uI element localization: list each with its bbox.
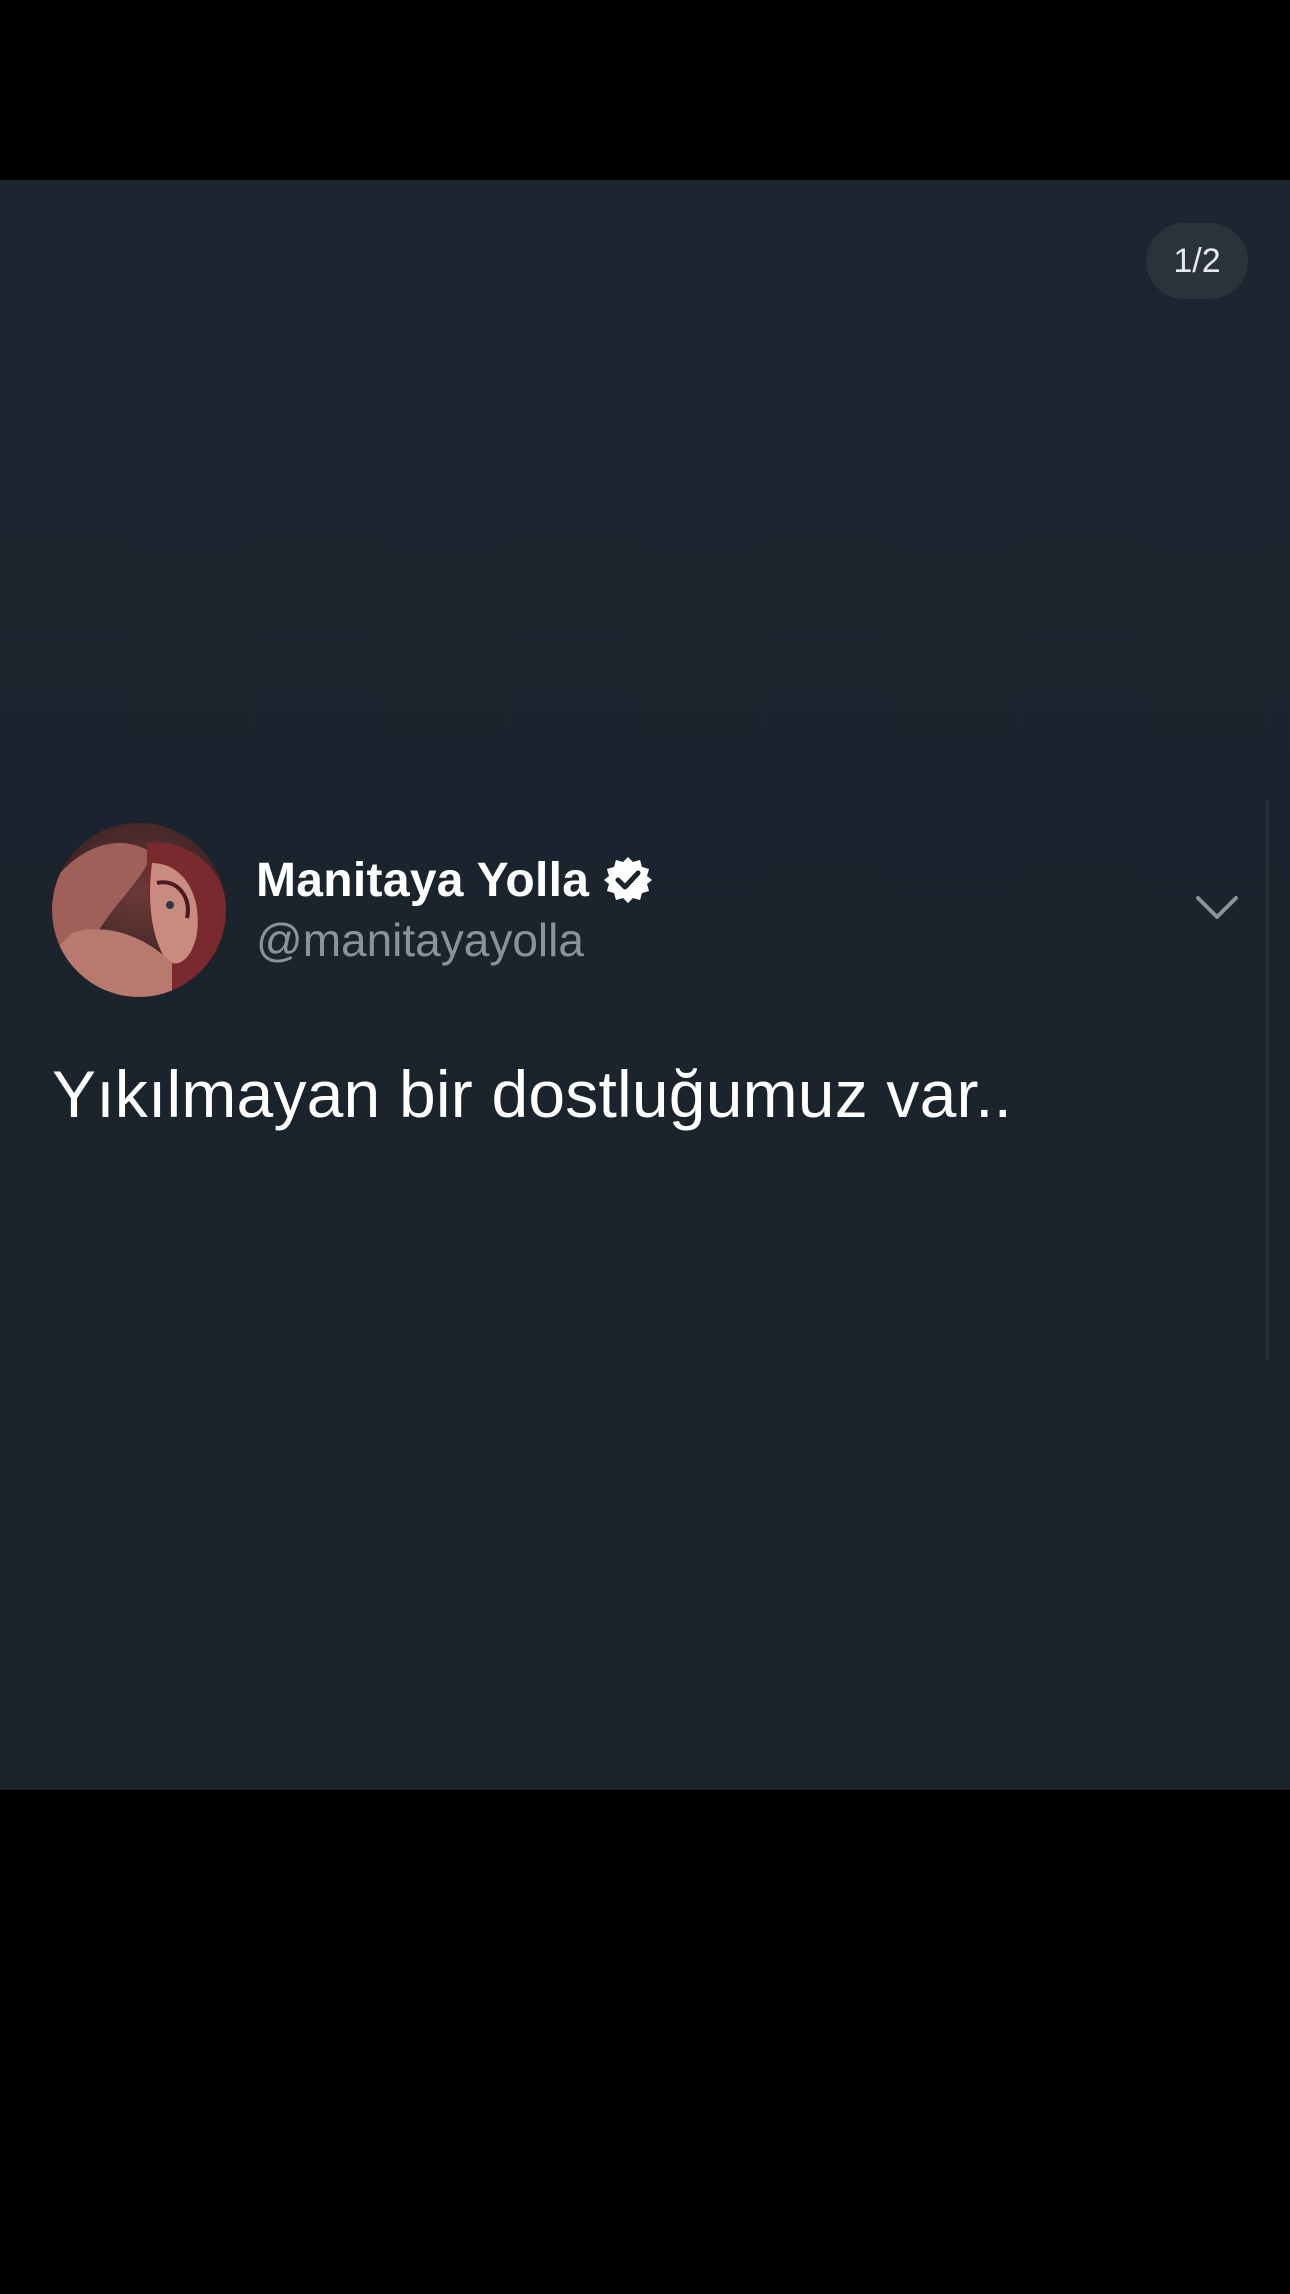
author-handle[interactable]: @manitayayolla xyxy=(256,913,584,967)
top-letterbox xyxy=(0,0,1290,180)
display-name[interactable]: Manitaya Yolla xyxy=(256,853,589,908)
avatar[interactable] xyxy=(52,823,226,997)
tweet-card: Manitaya Yolla @manitayayolla Yıkılmayan… xyxy=(0,180,1290,1790)
image-viewer[interactable]: 1/2 Manitaya Yolla @manitayayolla Yıkılm… xyxy=(0,180,1290,1790)
tweet-text: Yıkılmayan bir dostluğumuz var.. xyxy=(52,1057,1013,1131)
verified-badge-icon xyxy=(603,855,653,905)
author-name-row: Manitaya Yolla xyxy=(256,850,653,910)
bottom-letterbox xyxy=(0,1790,1290,2294)
avatar-illustration xyxy=(52,823,226,997)
chevron-down-icon[interactable] xyxy=(1194,892,1240,924)
edge-divider xyxy=(1266,800,1269,1360)
